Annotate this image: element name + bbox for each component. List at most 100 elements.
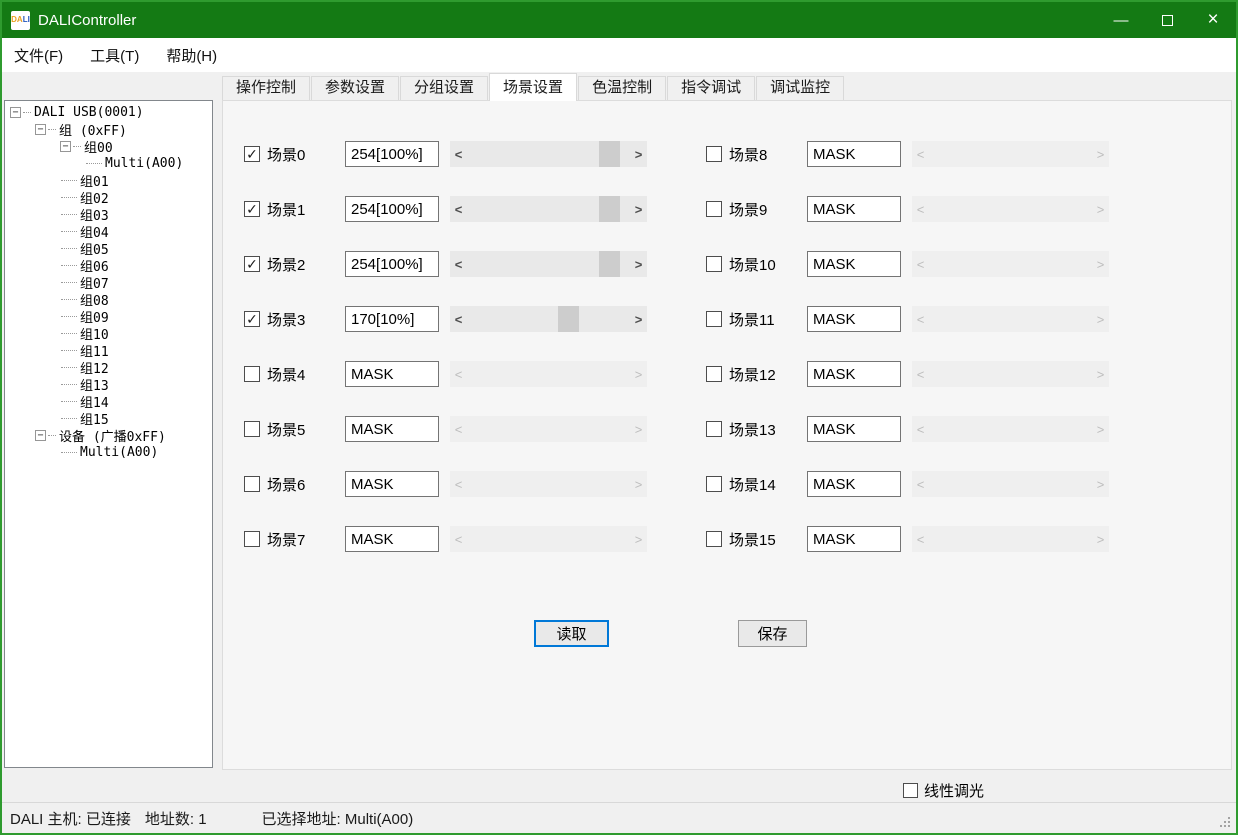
scroll-right-icon[interactable]: > xyxy=(630,196,647,222)
collapse-icon[interactable]: − xyxy=(35,124,46,135)
tree-item[interactable]: 组06 xyxy=(5,257,212,274)
tree-item[interactable]: 组13 xyxy=(5,376,212,393)
scene-checkbox[interactable] xyxy=(706,201,722,217)
tree-item[interactable]: Multi(A00) xyxy=(5,444,212,461)
menu-tools[interactable]: 工具(T) xyxy=(88,42,141,69)
scroll-left-icon[interactable]: < xyxy=(450,306,467,332)
scene-checkbox[interactable] xyxy=(706,311,722,327)
tree-connector xyxy=(48,435,56,436)
scroll-thumb[interactable] xyxy=(599,251,620,277)
maximize-button[interactable] xyxy=(1144,2,1190,38)
scroll-track[interactable] xyxy=(467,251,630,277)
tree-item[interactable]: 组12 xyxy=(5,359,212,376)
tab-7[interactable]: 调试监控 xyxy=(756,76,844,100)
scene-value-input[interactable] xyxy=(807,526,901,552)
scene-value-input[interactable] xyxy=(807,416,901,442)
scene-value-input[interactable] xyxy=(807,141,901,167)
scroll-track[interactable] xyxy=(467,141,630,167)
tree-item[interactable]: 组02 xyxy=(5,189,212,206)
scene-checkbox[interactable] xyxy=(706,476,722,492)
scene-checkbox[interactable] xyxy=(706,531,722,547)
scroll-right-icon[interactable]: > xyxy=(630,141,647,167)
scene-level-scrollbar[interactable]: <> xyxy=(450,251,647,277)
scene-value-input[interactable] xyxy=(807,471,901,497)
tree-connector xyxy=(61,248,77,249)
scene-value-input[interactable] xyxy=(345,361,439,387)
scene-value-input[interactable] xyxy=(807,306,901,332)
scene-checkbox[interactable]: ✓ xyxy=(244,311,260,327)
tree-item[interactable]: 组11 xyxy=(5,342,212,359)
tree-item[interactable]: −组 (0xFF) xyxy=(5,121,212,138)
scroll-right-icon[interactable]: > xyxy=(630,306,647,332)
tree-item[interactable]: 组09 xyxy=(5,308,212,325)
scroll-thumb[interactable] xyxy=(599,141,620,167)
tree-item[interactable]: 组07 xyxy=(5,274,212,291)
scene-checkbox[interactable] xyxy=(244,421,260,437)
scene-value-input[interactable] xyxy=(345,196,439,222)
scene-value-input[interactable] xyxy=(345,526,439,552)
tree-item[interactable]: 组14 xyxy=(5,393,212,410)
save-button[interactable]: 保存 xyxy=(738,620,807,647)
scroll-thumb[interactable] xyxy=(599,196,620,222)
scene-checkbox[interactable] xyxy=(244,476,260,492)
scene-value-input[interactable] xyxy=(807,196,901,222)
scene-value-input[interactable] xyxy=(807,251,901,277)
scene-value-input[interactable] xyxy=(807,361,901,387)
scene-value-input[interactable] xyxy=(345,471,439,497)
scroll-track[interactable] xyxy=(467,196,630,222)
scene-checkbox[interactable]: ✓ xyxy=(244,146,260,162)
scene-checkbox[interactable] xyxy=(706,146,722,162)
scene-value-input[interactable] xyxy=(345,251,439,277)
tree-item[interactable]: 组03 xyxy=(5,206,212,223)
scene-checkbox[interactable] xyxy=(706,421,722,437)
scene-checkbox[interactable] xyxy=(706,366,722,382)
collapse-icon[interactable]: − xyxy=(35,430,46,441)
tab-4[interactable]: 场景设置 xyxy=(489,73,577,101)
scene-level-scrollbar[interactable]: <> xyxy=(450,196,647,222)
status-bar: DALI 主机: 已连接 地址数: 1 已选择地址: Multi(A00) xyxy=(2,802,1236,833)
tree-item[interactable]: 组01 xyxy=(5,172,212,189)
tree-item[interactable]: Multi(A00) xyxy=(5,155,212,172)
tree-item[interactable]: 组15 xyxy=(5,410,212,427)
scroll-thumb[interactable] xyxy=(558,306,579,332)
scene-checkbox[interactable]: ✓ xyxy=(244,201,260,217)
minimize-button[interactable]: — xyxy=(1098,2,1144,38)
scene-checkbox[interactable]: ✓ xyxy=(244,256,260,272)
scroll-left-icon[interactable]: < xyxy=(450,141,467,167)
tree-item[interactable]: 组10 xyxy=(5,325,212,342)
close-button[interactable]: × xyxy=(1190,2,1236,38)
scene-label: 场景6 xyxy=(267,474,345,495)
scene-value-input[interactable] xyxy=(345,416,439,442)
menu-help[interactable]: 帮助(H) xyxy=(164,42,219,69)
linear-dimming-checkbox[interactable] xyxy=(903,783,918,798)
scene-row: 场景8<> xyxy=(706,141,1109,167)
collapse-icon[interactable]: − xyxy=(60,141,71,152)
scroll-left-icon: < xyxy=(912,526,929,552)
tab-3[interactable]: 分组设置 xyxy=(400,76,488,100)
tree-item[interactable]: 组08 xyxy=(5,291,212,308)
collapse-icon[interactable]: − xyxy=(10,107,21,118)
scroll-left-icon[interactable]: < xyxy=(450,251,467,277)
resize-grip[interactable] xyxy=(1220,817,1232,829)
scene-checkbox[interactable] xyxy=(706,256,722,272)
scroll-left-icon[interactable]: < xyxy=(450,196,467,222)
tree-item[interactable]: 组04 xyxy=(5,223,212,240)
tab-2[interactable]: 参数设置 xyxy=(311,76,399,100)
scene-level-scrollbar[interactable]: <> xyxy=(450,306,647,332)
scene-checkbox[interactable] xyxy=(244,366,260,382)
read-button[interactable]: 读取 xyxy=(534,620,609,647)
scene-value-input[interactable] xyxy=(345,306,439,332)
tree-item[interactable]: −设备 (广播0xFF) xyxy=(5,427,212,444)
scene-level-scrollbar[interactable]: <> xyxy=(450,141,647,167)
scroll-track[interactable] xyxy=(467,306,630,332)
tab-6[interactable]: 指令调试 xyxy=(667,76,755,100)
tab-1[interactable]: 操作控制 xyxy=(222,76,310,100)
scene-checkbox[interactable] xyxy=(244,531,260,547)
tab-5[interactable]: 色温控制 xyxy=(578,76,666,100)
scene-value-input[interactable] xyxy=(345,141,439,167)
tree-item[interactable]: 组05 xyxy=(5,240,212,257)
scroll-right-icon[interactable]: > xyxy=(630,251,647,277)
menu-file[interactable]: 文件(F) xyxy=(12,42,65,69)
tree-item[interactable]: −DALI USB(0001) xyxy=(5,104,212,121)
tree-item[interactable]: −组00 xyxy=(5,138,212,155)
